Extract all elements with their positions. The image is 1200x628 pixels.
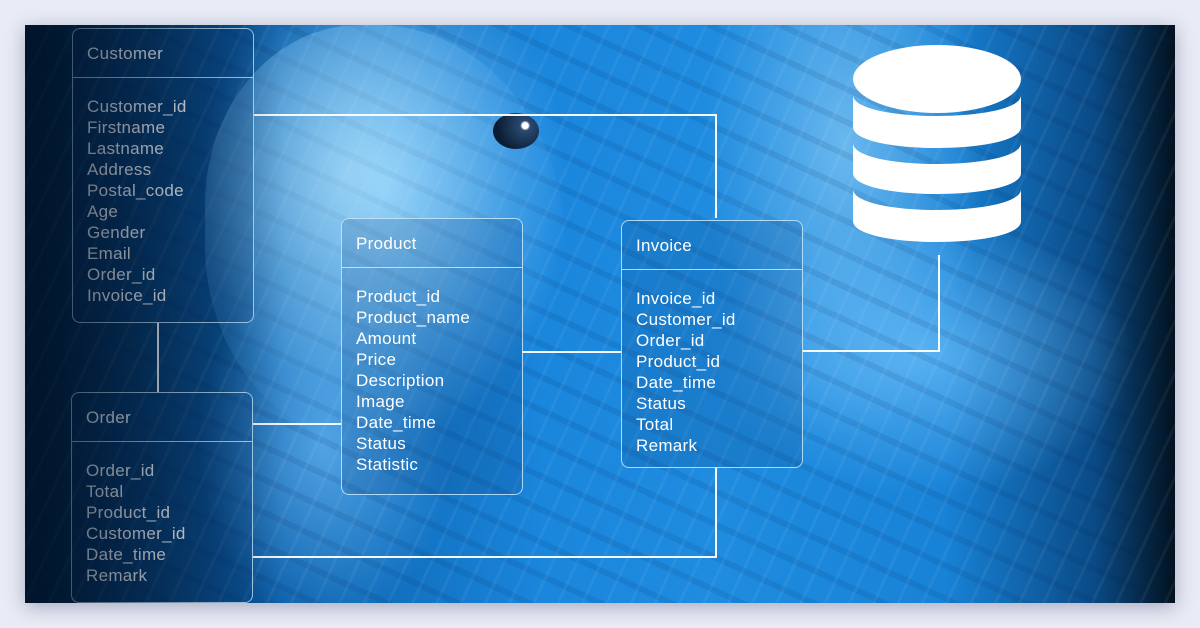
entity-order: Order Order_id Total Product_id Customer… [71, 392, 253, 603]
field: Invoice_id [87, 286, 167, 305]
field: Customer_id [87, 97, 187, 116]
database-icon [853, 45, 1021, 242]
field: Price [356, 350, 397, 369]
field: Statistic [356, 455, 419, 474]
field-list: Invoice_id Customer_id Order_id Product_… [622, 270, 802, 456]
entity-title: Product [342, 219, 522, 268]
entity-title: Invoice [622, 221, 802, 270]
field-list: Order_id Total Product_id Customer_id Da… [72, 442, 252, 586]
field: Status [356, 434, 406, 453]
field: Lastname [87, 139, 165, 158]
field: Customer_id [86, 524, 186, 543]
field: Order_id [86, 461, 155, 480]
field: Age [87, 202, 119, 221]
field-list: Customer_id Firstname Lastname Address P… [73, 78, 253, 306]
entity-invoice: Invoice Invoice_id Customer_id Order_id … [621, 220, 803, 468]
entity-customer: Customer Customer_id Firstname Lastname … [72, 28, 254, 323]
field-list: Product_id Product_name Amount Price Des… [342, 268, 522, 475]
line-invoice-database [802, 255, 940, 352]
field: Gender [87, 223, 146, 242]
field: Date_time [636, 373, 717, 392]
field: Description [356, 371, 445, 390]
line-customer-invoice [254, 114, 717, 218]
field: Email [87, 244, 132, 263]
field: Order_id [636, 331, 705, 350]
field: Postal_code [87, 181, 184, 200]
field: Address [87, 160, 152, 179]
field: Date_time [86, 545, 167, 564]
field: Customer_id [636, 310, 736, 329]
field: Image [356, 392, 405, 411]
field: Firstname [87, 118, 166, 137]
field: Amount [356, 329, 417, 348]
field: Product_id [636, 352, 721, 371]
entity-title: Order [72, 393, 252, 442]
field: Total [636, 415, 674, 434]
field: Date_time [356, 413, 437, 432]
field: Total [86, 482, 124, 501]
field: Remark [636, 436, 698, 455]
field: Order_id [87, 265, 156, 284]
field: Status [636, 394, 686, 413]
diagram-canvas: Customer Customer_id Firstname Lastname … [25, 25, 1175, 603]
field: Remark [86, 566, 148, 585]
field: Product_id [356, 287, 441, 306]
field: Invoice_id [636, 289, 716, 308]
field: Product_name [356, 308, 471, 327]
field: Product_id [86, 503, 171, 522]
entity-product: Product Product_id Product_name Amount P… [341, 218, 523, 495]
entity-title: Customer [73, 29, 253, 78]
